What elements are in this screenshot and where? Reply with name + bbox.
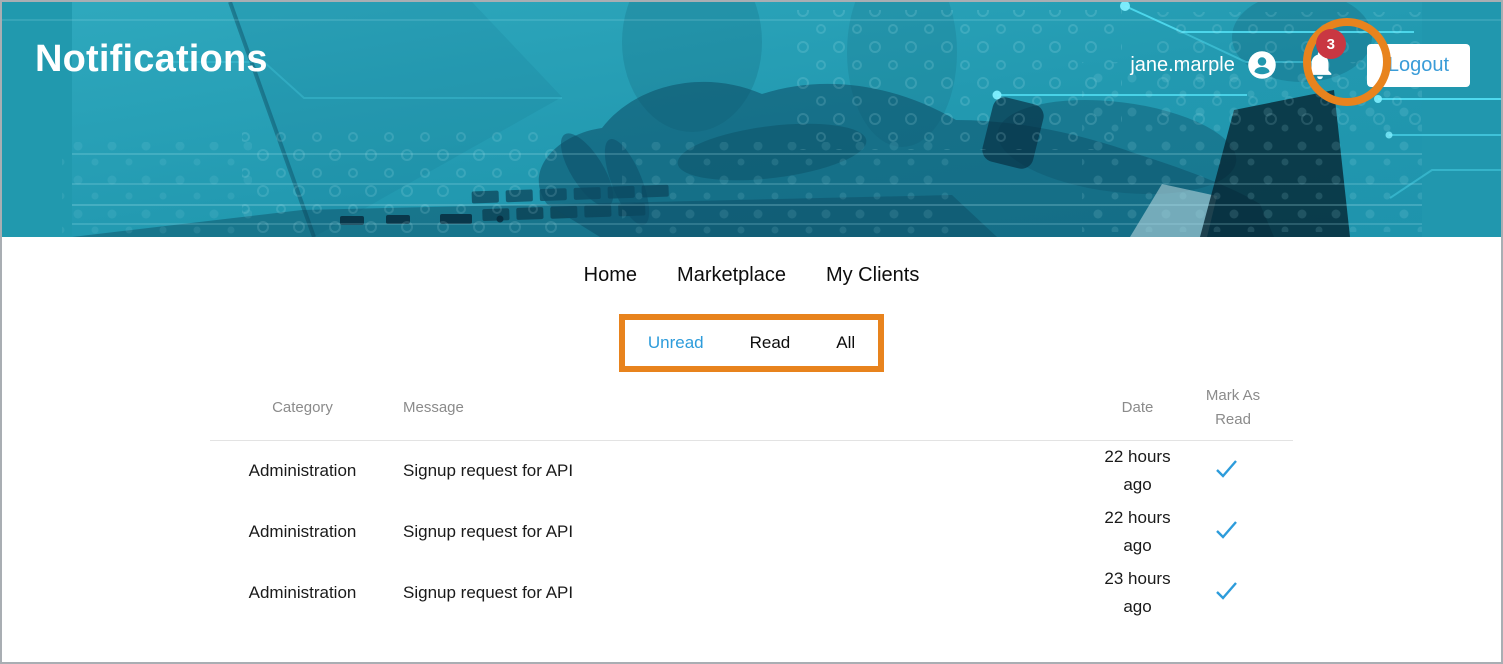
category-cell: Administration (210, 502, 395, 563)
nav-item-marketplace[interactable]: Marketplace (677, 261, 786, 289)
account-circle-icon[interactable] (1247, 50, 1277, 80)
screenshot-frame: Notifications jane.marple 3 Logout (0, 0, 1503, 664)
bell-icon[interactable]: 3 (1303, 46, 1337, 84)
page-header-banner: Notifications jane.marple 3 Logout (2, 2, 1501, 237)
column-header-category: Category (210, 382, 395, 441)
main-content: Home Marketplace My Clients Unread Read … (2, 261, 1501, 624)
table-row: Administration Signup request for API 22… (210, 502, 1293, 563)
mark-as-read-cell (1190, 502, 1293, 563)
table-row: Administration Signup request for API 22… (210, 441, 1293, 502)
message-cell: Signup request for API (395, 563, 1085, 624)
username-label: jane.marple (1130, 54, 1235, 77)
nav-item-my-clients[interactable]: My Clients (826, 261, 919, 289)
date-cell: 23 hours ago (1085, 563, 1190, 624)
column-header-message: Message (395, 382, 1085, 441)
tab-read[interactable]: Read (727, 320, 814, 366)
category-cell: Administration (210, 563, 395, 624)
user-area: jane.marple 3 Logout (1130, 42, 1470, 88)
check-icon[interactable] (1212, 516, 1240, 544)
date-cell: 22 hours ago (1085, 502, 1190, 563)
message-cell: Signup request for API (395, 502, 1085, 563)
mark-as-read-cell (1190, 441, 1293, 502)
annotation-box: Unread Read All (619, 314, 884, 372)
check-icon[interactable] (1212, 455, 1240, 483)
tab-all[interactable]: All (813, 320, 878, 366)
column-header-mark-as-read: Mark As Read (1190, 382, 1293, 441)
date-cell: 22 hours ago (1085, 441, 1190, 502)
main-nav: Home Marketplace My Clients (2, 261, 1501, 289)
tabs-container: Unread Read All (2, 314, 1501, 372)
column-header-date: Date (1085, 382, 1190, 441)
check-icon[interactable] (1212, 577, 1240, 605)
message-cell: Signup request for API (395, 441, 1085, 502)
table-row: Administration Signup request for API 23… (210, 563, 1293, 624)
category-cell: Administration (210, 441, 395, 502)
notifications-table: Category Message Date Mark As Read Admin… (210, 382, 1293, 624)
page-title: Notifications (35, 38, 268, 81)
table-header-row: Category Message Date Mark As Read (210, 382, 1293, 441)
tab-unread[interactable]: Unread (625, 320, 727, 366)
notification-count-badge: 3 (1316, 29, 1346, 59)
logout-button[interactable]: Logout (1367, 44, 1470, 87)
nav-item-home[interactable]: Home (584, 261, 637, 289)
mark-as-read-cell (1190, 563, 1293, 624)
